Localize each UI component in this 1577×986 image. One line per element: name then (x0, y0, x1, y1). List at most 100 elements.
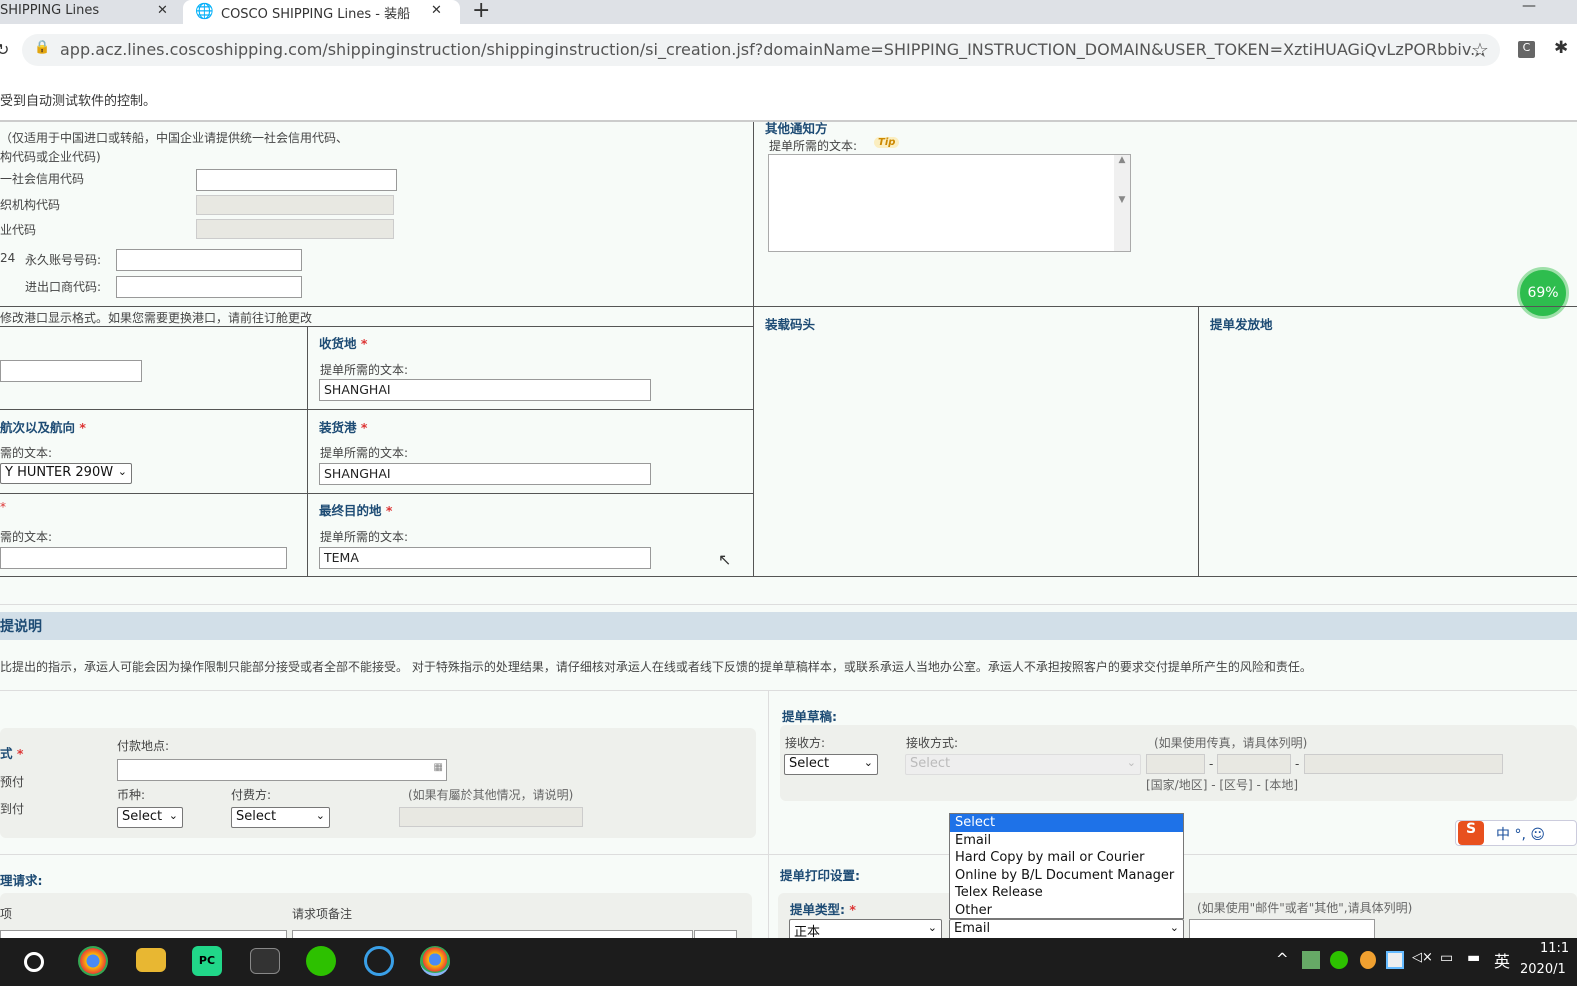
emoji-icon: ☺ (1530, 827, 1545, 843)
dropdown-option[interactable]: Telex Release (950, 884, 1183, 902)
tray-qq-icon[interactable] (1360, 951, 1376, 969)
pod-text-label: 需的文本: (0, 530, 53, 544)
extension-icon[interactable]: C (1518, 41, 1535, 58)
receiver-label: 接收方: (785, 736, 826, 750)
address-bar[interactable]: 🔒 app.acz.lines.coscoshipping.com/shippin… (22, 34, 1500, 66)
tray-app2-icon[interactable] (1386, 951, 1404, 969)
ime-toolbar[interactable]: S中 °, ☺ (1455, 820, 1577, 846)
prepaid-option[interactable]: 预付 (0, 773, 24, 790)
tip-badge[interactable]: Tip (874, 137, 900, 148)
clock-date[interactable]: 2020/1 (1520, 962, 1566, 977)
fax-local-input[interactable] (1304, 754, 1503, 774)
notify-textarea[interactable]: ▲ ▼ (768, 154, 1131, 252)
divider (0, 604, 1577, 605)
enterprise-code-label: 业代码 (0, 223, 37, 237)
fax-country-input[interactable] (1146, 754, 1205, 774)
section-note: 比提出的指示，承运人可能会因为操作限制只能部分接受或者全部不能接受。 对于特殊指… (0, 660, 1312, 674)
receiver-select[interactable]: Select ⌄ (784, 754, 878, 775)
vessel-select[interactable]: Y HUNTER 290W ⌄ (0, 463, 132, 484)
chevron-down-icon: ⌄ (927, 921, 937, 934)
chrome-active-icon[interactable] (420, 946, 450, 976)
dest-input[interactable]: TEMA (319, 547, 651, 569)
tab-inactive[interactable]: SHIPPING Lines ✕ (0, 0, 180, 24)
url-text: app.acz.lines.coscoshipping.com/shipping… (60, 40, 1486, 59)
payment-place-input[interactable]: ▦ (117, 759, 447, 781)
tray-app-icon[interactable] (1302, 951, 1320, 969)
pod-input[interactable] (0, 547, 287, 569)
vessel-text-label: 需的文本: (0, 446, 53, 460)
chevron-down-icon: ⌄ (863, 756, 873, 769)
ime-indicator[interactable]: 英 (1494, 948, 1510, 972)
currency-select[interactable]: Select ⌄ (117, 807, 183, 828)
method-select[interactable]: Select ⌄ (905, 754, 1141, 775)
payer-select[interactable]: Select ⌄ (231, 807, 330, 828)
dropdown-option[interactable]: Select (950, 814, 1183, 832)
pan-input[interactable] (116, 249, 302, 271)
port-input[interactable] (0, 360, 142, 382)
reload-icon[interactable]: ↻ (0, 40, 9, 59)
tab-active[interactable]: 🌐 COSCO SHIPPING Lines - 装船 ✕ (183, 0, 460, 24)
vessel-title: 航次以及航向 * (0, 420, 86, 435)
terminal-icon[interactable] (250, 948, 280, 974)
org-code-input[interactable] (196, 195, 394, 215)
receipt-text-label: 提单所需的文本: (320, 363, 409, 377)
payment-other-input[interactable] (399, 807, 583, 827)
divider (753, 122, 754, 577)
file-explorer-icon[interactable] (136, 948, 166, 972)
fax-area-input[interactable] (1217, 754, 1291, 774)
collect-option[interactable]: 到付 (0, 800, 24, 817)
notify-text-label: 提单所需的文本: (769, 139, 858, 153)
close-icon[interactable]: ✕ (157, 3, 168, 18)
dropdown-option[interactable]: Email (950, 832, 1183, 850)
requests-title: 理请求: (0, 873, 43, 888)
divider (0, 306, 1577, 307)
extensions-puzzle-icon[interactable]: ✱ (1554, 38, 1568, 58)
close-icon[interactable]: ✕ (431, 3, 442, 18)
minimize-button[interactable]: — (1522, 0, 1536, 14)
section-title: 提说明 (0, 619, 42, 635)
dropdown-option[interactable]: Online by B/L Document Manager (950, 867, 1183, 885)
progress-badge[interactable]: 69% (1517, 267, 1569, 319)
clock-time[interactable]: 11:1 (1540, 941, 1569, 956)
request-remark-header: 请求项备注 (292, 907, 353, 921)
infobar-text: 受到自动测试软件的控制。 (0, 94, 157, 109)
divider (1198, 307, 1199, 577)
battery-icon[interactable]: ▬ (1467, 950, 1480, 966)
currency-label: 币种: (117, 788, 146, 802)
print-method-dropdown[interactable]: Select Email Hard Copy by mail or Courie… (949, 813, 1184, 919)
lookup-icon: ▦ (433, 762, 443, 773)
wechat-icon[interactable] (306, 946, 336, 976)
print-method-select[interactable]: Email ⌄ (949, 919, 1184, 940)
mouse-cursor-icon: ↖ (718, 550, 732, 569)
search-app-icon[interactable] (364, 946, 394, 976)
tray-chevron-icon[interactable]: ^ (1276, 950, 1289, 968)
bl-type-select[interactable]: 正本 ⌄ (789, 919, 942, 940)
pol-input[interactable]: SHANGHAI (319, 463, 651, 485)
enterprise-code-input[interactable] (196, 219, 394, 239)
print-title: 提单打印设置: (780, 868, 860, 883)
iec-label: 进出口商代码: (25, 280, 102, 294)
receipt-title: 收货地 * (319, 336, 368, 351)
tray-wechat-icon[interactable] (1330, 951, 1348, 969)
bookmark-star-icon[interactable]: ☆ (1471, 38, 1489, 62)
dropdown-option[interactable]: Other (950, 902, 1183, 920)
payer-label: 付费方: (231, 788, 272, 802)
dropdown-option[interactable]: Hard Copy by mail or Courier (950, 849, 1183, 867)
chevron-down-icon: ⌄ (117, 465, 127, 478)
org-code-label: 织机构代码 (0, 198, 61, 212)
receipt-input[interactable]: SHANGHAI (319, 379, 651, 401)
chrome-icon[interactable] (78, 946, 108, 976)
loading-terminal-title: 装载码头 (765, 317, 816, 332)
scrollbar[interactable]: ▲ ▼ (1114, 155, 1130, 251)
fax-format: [国家/地区] - [区号] - [本地] (1146, 778, 1299, 792)
volume-muted-icon[interactable]: ◁× (1412, 950, 1433, 965)
pycharm-icon[interactable]: PC (192, 946, 222, 976)
network-icon[interactable]: ▭ (1440, 950, 1453, 966)
bl-type-label: 提单类型: * (790, 902, 856, 917)
cortana-icon[interactable] (24, 952, 44, 972)
iec-input[interactable] (116, 276, 302, 298)
divider (0, 576, 1577, 577)
dest-title: 最终目的地 * (319, 503, 393, 518)
new-tab-button[interactable]: + (472, 0, 490, 23)
uscc-input[interactable] (196, 169, 397, 191)
